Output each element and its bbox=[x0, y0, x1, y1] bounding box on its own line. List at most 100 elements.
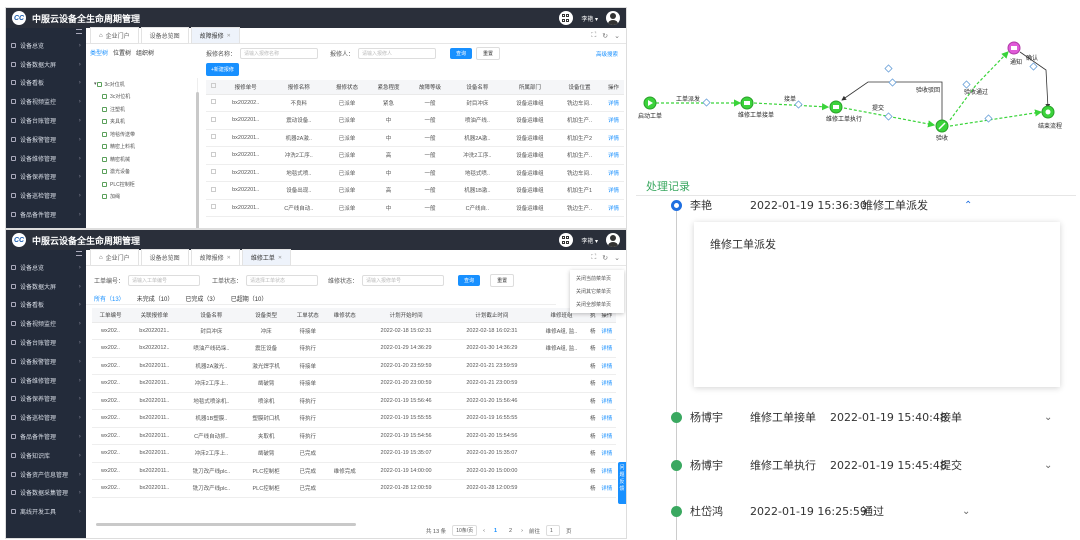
table-row[interactable]: bx202202.. 不良料 已派单 紧急 一般 封目冲床 设备运维组 铣边车间.. 详情 bbox=[206, 94, 624, 112]
detail-link[interactable]: 详情 bbox=[597, 339, 616, 358]
sidebar-item[interactable]: 设备维修管理 › bbox=[6, 371, 86, 390]
table-row[interactable]: wx202.. bx2022011.. 机器2A激光.. 激光焊字机 待接单 2022-0… bbox=[92, 357, 616, 375]
feedback-tab[interactable]: 问题反馈 bbox=[618, 462, 626, 504]
tab-portal[interactable]: ⌂ 企业门户 bbox=[90, 27, 139, 44]
table-row[interactable]: bx202201.. 震动设备.. 已派单中一般 喷油产线.. 设备运维组 机加生产.. 详… bbox=[206, 111, 624, 130]
table-row[interactable]: bx202201.. 地毯式喷.. 已派单中一般 地毯式喷.. 设备运维组 铣边车间.. 详… bbox=[206, 164, 624, 182]
avatar[interactable] bbox=[606, 233, 620, 247]
collapse-icon[interactable] bbox=[6, 28, 86, 36]
detail-link[interactable]: 详情 bbox=[597, 427, 616, 445]
sidebar-item[interactable]: 设备数据大屏 › bbox=[6, 55, 86, 74]
user-menu[interactable]: 李艳 ▾ bbox=[581, 14, 598, 23]
sidebar-item[interactable]: 设备总览 › bbox=[6, 258, 86, 277]
table-row[interactable]: wx202.. bx2022011.. 机器1B塑膜.. 塑膜封口机 待执行 2022-0… bbox=[92, 409, 616, 428]
close-icon[interactable]: ✕ bbox=[227, 255, 231, 261]
history-item[interactable]: 杨博宇 维修工单执行 2022-01-19 15:45:48 提交 ⌄ bbox=[636, 454, 1076, 476]
tab-repair[interactable]: 故障报修 ✕ bbox=[190, 27, 240, 44]
table-row[interactable]: wx202.. bx2022011.. 地毯式喷涂机.. 喷涂机 待执行 2022-01-… bbox=[92, 392, 616, 410]
tree-node[interactable]: 精密机械 bbox=[90, 153, 197, 166]
goto-page-input[interactable]: 1 bbox=[545, 525, 560, 536]
order-number-input[interactable]: 请输入工单编号 bbox=[128, 275, 201, 286]
detail-link[interactable]: 详情 bbox=[597, 462, 616, 480]
close-current-menu-item[interactable]: 关闭当前菜单页 bbox=[570, 272, 624, 285]
table-row[interactable]: wx202.. bx2022011.. 铣刀改产线plc.. PLC控制柜 已完成 202… bbox=[92, 479, 616, 498]
sidebar-item[interactable]: 备品备件管理 › bbox=[6, 427, 86, 446]
sidebar-item[interactable]: 备品备件管理 › bbox=[6, 205, 86, 224]
tab-repair[interactable]: 故障报修 ✕ bbox=[190, 249, 240, 266]
detail-link[interactable]: 详情 bbox=[603, 129, 624, 147]
sidebar-item[interactable]: 设备巡检管理 › bbox=[6, 408, 86, 427]
avatar[interactable] bbox=[606, 11, 620, 25]
tab-finished[interactable]: 已完成（3） bbox=[185, 294, 218, 303]
history-item[interactable]: 李艳 2022-01-19 15:36:30 维修工单派发 ⌃ bbox=[636, 194, 1076, 216]
user-menu[interactable]: 李艳 ▾ bbox=[581, 236, 598, 245]
chevron-down-icon[interactable]: ⌄ bbox=[614, 254, 620, 262]
sidebar-item[interactable]: 设备看板 › bbox=[6, 296, 86, 315]
fullscreen-icon[interactable]: ⛶ bbox=[591, 32, 596, 40]
tab-overdue[interactable]: 已超期（10） bbox=[231, 294, 268, 303]
sidebar-item[interactable]: 设备看板 › bbox=[6, 74, 86, 93]
close-all-menu-item[interactable]: 关闭全部菜单页 bbox=[570, 298, 624, 311]
table-row[interactable]: bx202201.. 冲洗2工序.. 已派单高一般 冲洗2工序.. 设备运维组 机加生产.… bbox=[206, 146, 624, 165]
table-row[interactable]: wx202.. bx2022011.. 冲床2工序上.. 凿破臂 已完成 2022-01-… bbox=[92, 444, 616, 463]
tree-node[interactable]: 夹具机 bbox=[90, 116, 197, 129]
table-row[interactable]: bx202201.. 机器2A激.. 已派单中一般 机器2A激.. 设备运维组 机加生产2… bbox=[206, 129, 624, 147]
detail-link[interactable]: 详情 bbox=[603, 146, 624, 165]
chevron-down-icon[interactable]: ⌄ bbox=[1044, 460, 1052, 471]
table-row[interactable]: wx202.. bx2022011.. 铣刀改产线plc.. PLC控制柜 已完成 维修完… bbox=[92, 462, 616, 480]
query-button[interactable]: 查询 bbox=[450, 48, 473, 59]
detail-link[interactable]: 详情 bbox=[603, 199, 624, 217]
collapse-icon[interactable] bbox=[6, 250, 86, 258]
tab-all[interactable]: 所有（13） bbox=[94, 294, 125, 303]
repair-name-input[interactable]: 请输入报修名称 bbox=[240, 48, 319, 59]
tab-overview[interactable]: 设备总览图 bbox=[140, 27, 189, 44]
sidebar-item[interactable]: 设备资产信息管理 › bbox=[6, 465, 86, 484]
detail-link[interactable]: 详情 bbox=[603, 94, 624, 112]
row-checkbox[interactable] bbox=[210, 134, 216, 140]
row-checkbox[interactable] bbox=[210, 186, 216, 192]
detail-link[interactable]: 详情 bbox=[597, 409, 616, 428]
detail-link[interactable]: 详情 bbox=[597, 322, 616, 340]
detail-link[interactable]: 详情 bbox=[603, 111, 624, 130]
app-grid-icon[interactable] bbox=[559, 233, 574, 247]
row-checkbox[interactable] bbox=[210, 169, 216, 175]
chevron-down-icon[interactable]: ⌄ bbox=[1044, 412, 1052, 423]
tree-tab-org[interactable]: 组织树 bbox=[136, 48, 154, 57]
detail-link[interactable]: 详情 bbox=[603, 164, 624, 182]
table-row[interactable]: wx202.. bx2022011.. C产线自动抓.. 夹取机 待执行 2022-01-… bbox=[92, 427, 616, 445]
query-button[interactable]: 查询 bbox=[458, 275, 481, 286]
history-item[interactable]: 杨博宇 维修工单接单 2022-01-19 15:40:48 接单 ⌄ bbox=[636, 406, 1076, 428]
tree-node[interactable]: 激光设备 bbox=[90, 166, 197, 179]
next-page-icon[interactable]: › bbox=[521, 528, 523, 534]
tree-node[interactable]: 注塑机 bbox=[90, 103, 197, 116]
reset-button[interactable]: 重置 bbox=[490, 274, 515, 287]
fullscreen-icon[interactable]: ⛶ bbox=[591, 254, 596, 262]
detail-link[interactable]: 详情 bbox=[597, 479, 616, 498]
sidebar-item[interactable]: 设备知识库 › bbox=[6, 446, 86, 465]
detail-link[interactable]: 详情 bbox=[597, 357, 616, 375]
refresh-icon[interactable]: ↻ bbox=[602, 254, 608, 262]
tree-node[interactable]: 精密上料机 bbox=[90, 141, 197, 154]
sidebar-item[interactable]: 设备数据大屏 › bbox=[6, 277, 86, 296]
sidebar-item[interactable]: 设备台账管理 › bbox=[6, 333, 86, 352]
tree-tab-location[interactable]: 位置树 bbox=[113, 48, 131, 57]
table-row[interactable]: wx202.. bx2022021.. 封目冲床 冲床 待接单 2022-02-18 15… bbox=[92, 322, 616, 340]
sidebar-item[interactable]: 离线开发工具 › bbox=[6, 502, 86, 521]
tree-node[interactable]: 地毯传送带 bbox=[90, 128, 197, 141]
table-row[interactable]: bx202201.. 设备出现.. 已派单高一般 机器1B激.. 设备运维组 机加生产1 详… bbox=[206, 181, 624, 200]
sidebar-item[interactable]: 设备保养管理 › bbox=[6, 390, 86, 409]
tab-work-order[interactable]: 维修工单 ✕ bbox=[241, 249, 292, 266]
repair-person-input[interactable]: 请输入报修人 bbox=[358, 48, 437, 59]
sidebar-item[interactable]: 设备巡检管理 › bbox=[6, 186, 86, 205]
sidebar-item[interactable]: 设备视频监控 › bbox=[6, 314, 86, 333]
order-status-select[interactable]: 请选择工单状态 bbox=[246, 275, 319, 286]
tree-node[interactable]: ▾ 3c对位机 bbox=[90, 78, 197, 91]
tree-node[interactable]: PLC控制柜 bbox=[90, 178, 197, 191]
history-item[interactable]: 杜岱鸿 2022-01-19 16:25:59 通过 ⌄ bbox=[636, 500, 1076, 522]
detail-link[interactable]: 详情 bbox=[603, 181, 624, 200]
sidebar-item[interactable]: 设备视频监控 › bbox=[6, 92, 86, 111]
repair-status-input[interactable]: 请输入报修单号 bbox=[362, 275, 445, 286]
detail-link[interactable]: 详情 bbox=[597, 392, 616, 410]
sidebar-item[interactable]: 设备保养管理 › bbox=[6, 168, 86, 187]
table-scrollbar[interactable] bbox=[96, 523, 356, 526]
